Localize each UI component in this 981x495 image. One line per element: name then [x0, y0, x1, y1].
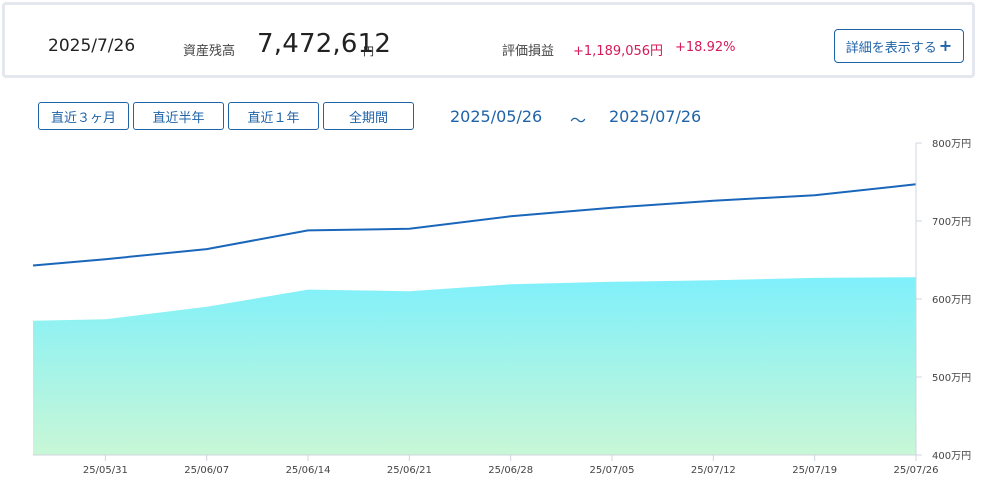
- x-tick-label: 25/07/26: [894, 465, 939, 476]
- y-tick-label: 800万円: [932, 139, 971, 150]
- x-tick-label: 25/06/21: [387, 465, 432, 476]
- x-tick-label: 25/06/14: [286, 465, 331, 476]
- x-tick-label: 25/07/19: [792, 465, 837, 476]
- x-tick-label: 25/06/07: [184, 465, 229, 476]
- x-tick-label: 25/06/28: [488, 465, 533, 476]
- y-tick-label: 400万円: [932, 451, 971, 462]
- x-tick-label: 25/07/12: [691, 465, 736, 476]
- asset-chart: 800万円 700万円 600万円 500万円 400万円 25/05/31 25/06/0…: [32, 139, 971, 476]
- line-series: [32, 183, 917, 267]
- area-series: [33, 277, 916, 455]
- y-tick-label: 600万円: [932, 295, 971, 306]
- x-tick-label: 25/05/31: [83, 465, 128, 476]
- x-tick-label: 25/07/05: [590, 465, 635, 476]
- y-tick-label: 700万円: [932, 217, 971, 228]
- y-tick-label: 500万円: [932, 373, 971, 384]
